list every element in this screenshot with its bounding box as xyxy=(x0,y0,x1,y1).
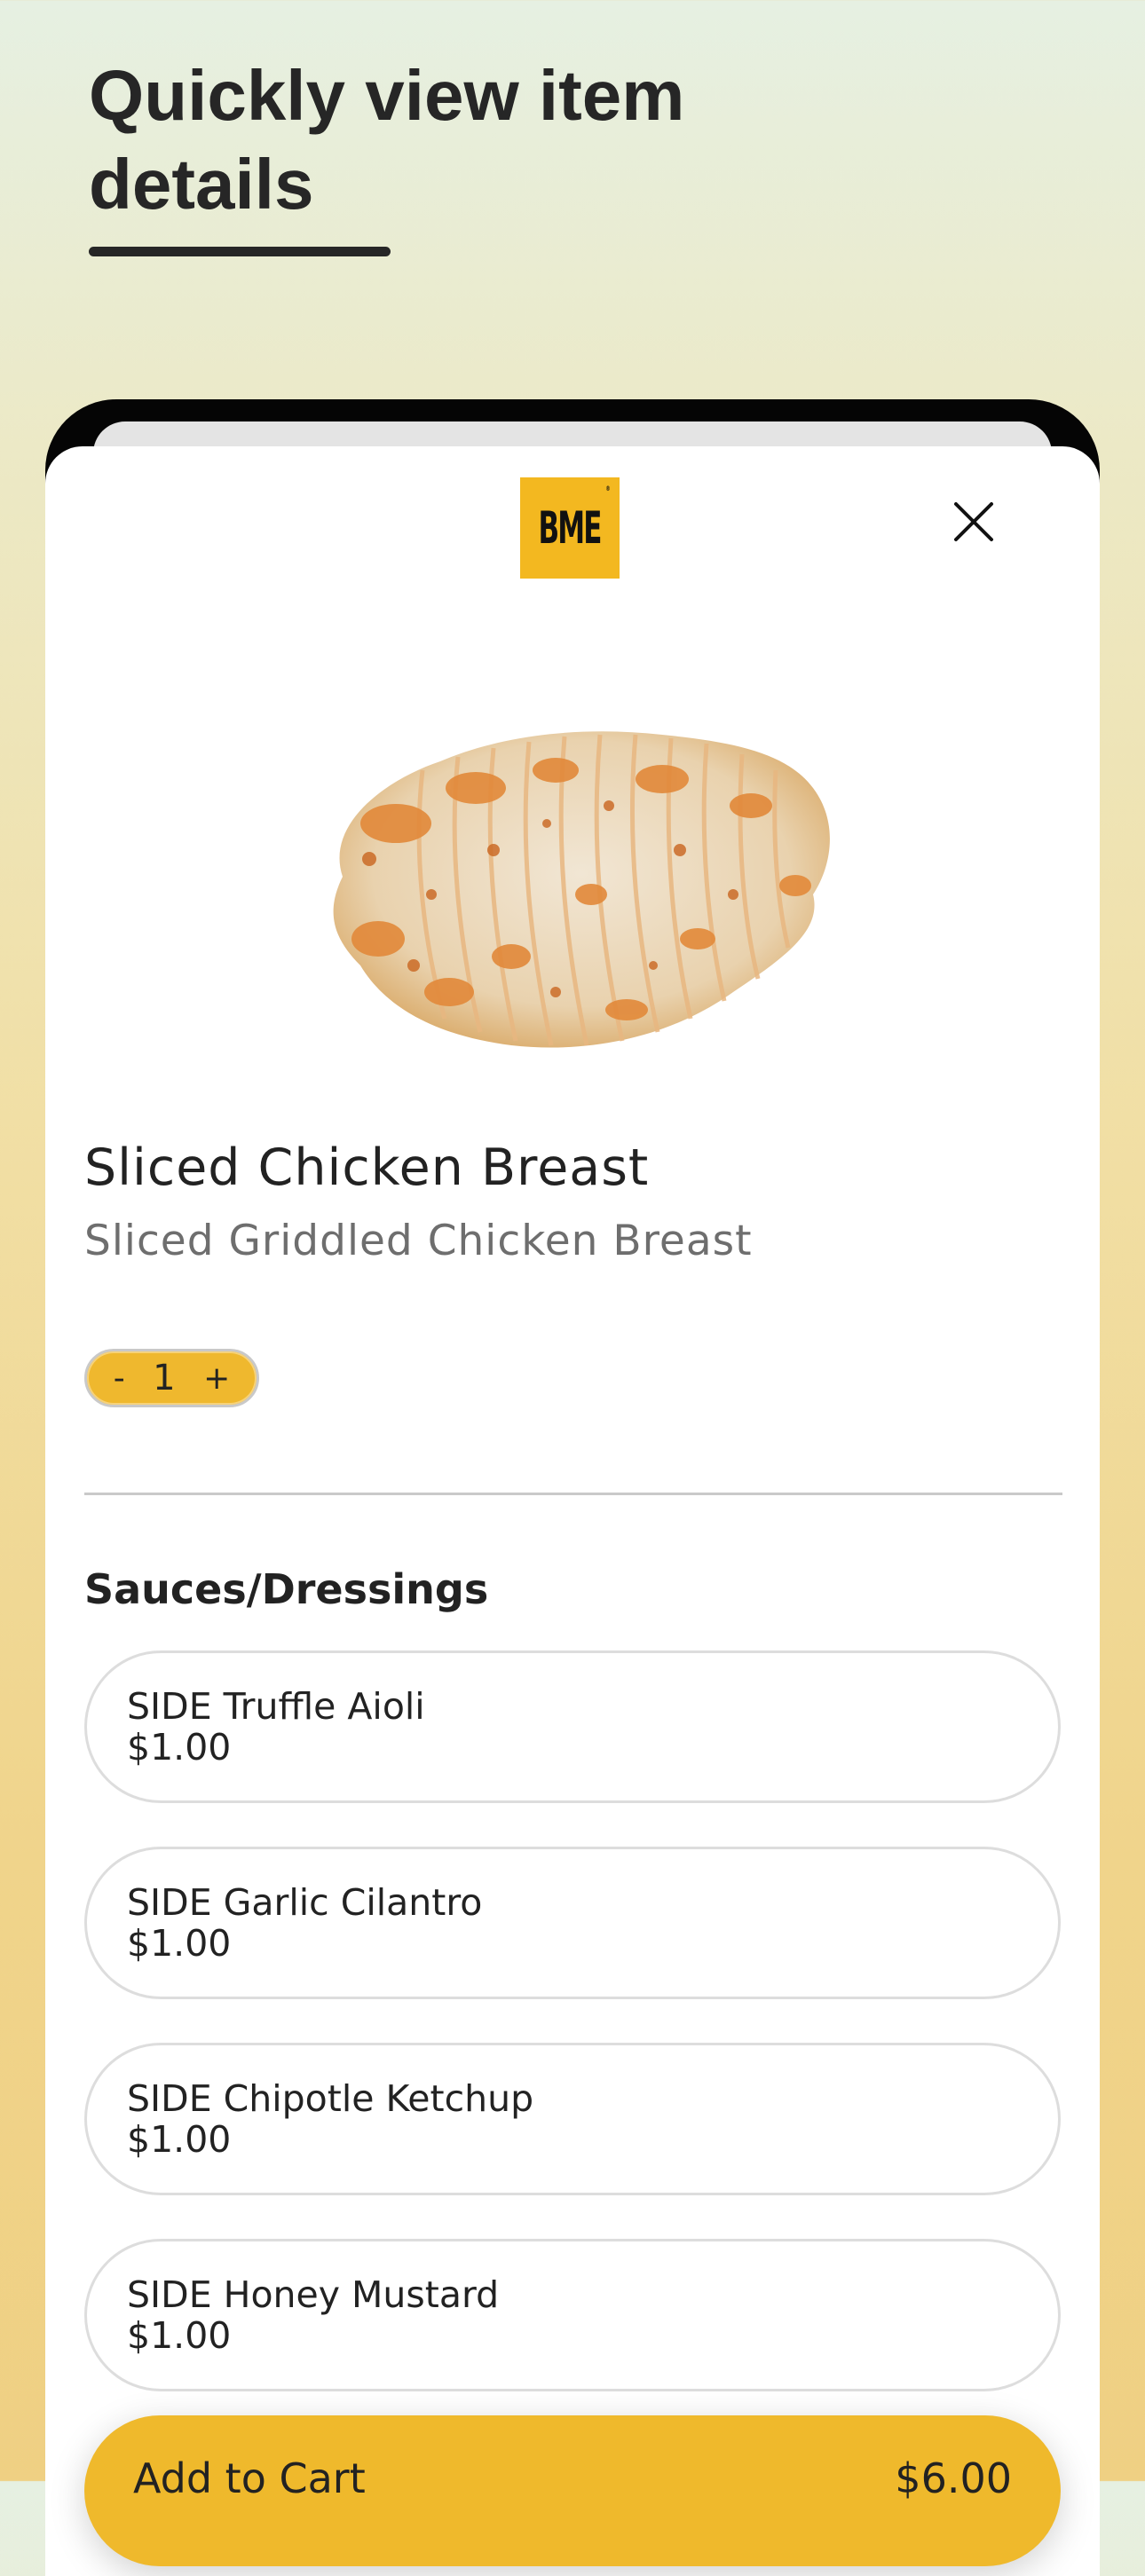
add-to-cart-label: Add to Cart xyxy=(133,2454,366,2502)
option-name: SIDE Honey Mustard xyxy=(127,2273,500,2316)
option-item[interactable]: SIDE Honey Mustard $1.00 xyxy=(84,2239,1061,2391)
option-price: $1.00 xyxy=(127,2314,232,2357)
option-item[interactable]: SIDE Garlic Cilantro $1.00 xyxy=(84,1847,1061,1999)
add-to-cart-button[interactable]: Add to Cart $6.00 xyxy=(84,2415,1061,2566)
sliced-chicken-image xyxy=(333,731,830,1048)
option-name: SIDE Truffle Aioli xyxy=(127,1685,425,1728)
quantity-decrement-button[interactable]: - xyxy=(114,1360,125,1397)
brand-logo: BME ® xyxy=(520,477,620,579)
option-price: $1.00 xyxy=(127,2118,232,2161)
option-name: SIDE Chipotle Ketchup xyxy=(127,2077,534,2120)
option-item[interactable]: SIDE Chipotle Ketchup $1.00 xyxy=(84,2043,1061,2195)
item-description: Sliced Griddled Chicken Breast xyxy=(84,1217,753,1265)
brand-logo-mark: ® xyxy=(605,484,611,492)
close-icon xyxy=(954,502,993,541)
section-divider xyxy=(84,1493,1062,1495)
cart-total: $6.00 xyxy=(895,2454,1012,2502)
close-button[interactable] xyxy=(938,486,1009,557)
item-name: Sliced Chicken Breast xyxy=(84,1138,650,1197)
option-price: $1.00 xyxy=(127,1726,232,1769)
quantity-increment-button[interactable]: + xyxy=(203,1360,230,1397)
promo-underline xyxy=(89,247,391,256)
quantity-value: 1 xyxy=(153,1358,176,1398)
promo-title: Quickly view item details xyxy=(89,56,685,224)
option-name: SIDE Garlic Cilantro xyxy=(127,1881,483,1924)
option-item[interactable]: SIDE Truffle Aioli $1.00 xyxy=(84,1650,1061,1803)
quantity-stepper[interactable]: - 1 + xyxy=(84,1349,259,1407)
option-price: $1.00 xyxy=(127,1922,232,1965)
options-section-title: Sauces/Dressings xyxy=(84,1565,489,1613)
item-detail-sheet: BME ® Sliced Chicken Breast Sliced Gridd… xyxy=(45,446,1100,2576)
brand-logo-text: BME xyxy=(538,502,603,554)
